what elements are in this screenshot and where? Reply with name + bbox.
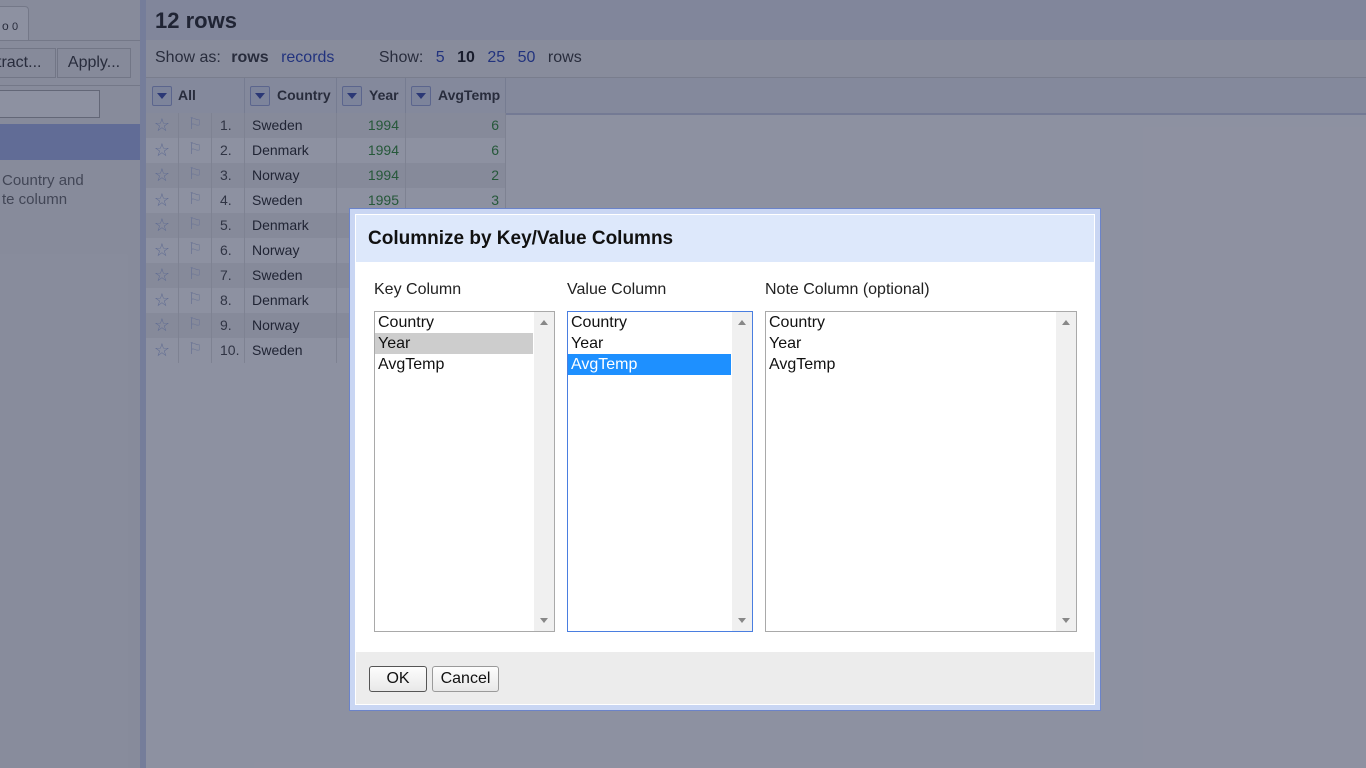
key-select-scrollbar[interactable] [534, 312, 554, 631]
value-select-scrollbar[interactable] [732, 312, 752, 631]
dialog-title: Columnize by Key/Value Columns [356, 215, 1094, 262]
scroll-up-icon[interactable] [540, 320, 548, 325]
key-option-avgtemp[interactable]: AvgTemp [375, 354, 533, 375]
value-column-select[interactable]: Country Year AvgTemp [567, 311, 753, 632]
dialog-body: Key Column Value Column Note Column (opt… [356, 262, 1094, 652]
value-option-avgtemp[interactable]: AvgTemp [568, 354, 731, 375]
ok-button[interactable]: OK [369, 666, 427, 692]
scroll-down-icon[interactable] [1062, 618, 1070, 623]
scroll-up-icon[interactable] [1062, 320, 1070, 325]
note-option-country[interactable]: Country [766, 312, 1055, 333]
columnize-dialog: Columnize by Key/Value Columns Key Colum… [349, 208, 1101, 711]
cancel-button[interactable]: Cancel [432, 666, 499, 692]
note-column-select[interactable]: Country Year AvgTemp [765, 311, 1077, 632]
note-column-label: Note Column (optional) [765, 281, 930, 298]
dialog-footer: OK Cancel [356, 652, 1094, 704]
value-option-year[interactable]: Year [568, 333, 731, 354]
scroll-down-icon[interactable] [738, 618, 746, 623]
key-column-select[interactable]: Country Year AvgTemp [374, 311, 555, 632]
note-option-avgtemp[interactable]: AvgTemp [766, 354, 1055, 375]
note-select-scrollbar[interactable] [1056, 312, 1076, 631]
value-column-label: Value Column [567, 281, 667, 298]
scroll-up-icon[interactable] [738, 320, 746, 325]
value-option-country[interactable]: Country [568, 312, 731, 333]
key-option-year[interactable]: Year [375, 333, 533, 354]
note-option-year[interactable]: Year [766, 333, 1055, 354]
key-column-label: Key Column [374, 281, 462, 298]
key-option-country[interactable]: Country [375, 312, 533, 333]
scroll-down-icon[interactable] [540, 618, 548, 623]
